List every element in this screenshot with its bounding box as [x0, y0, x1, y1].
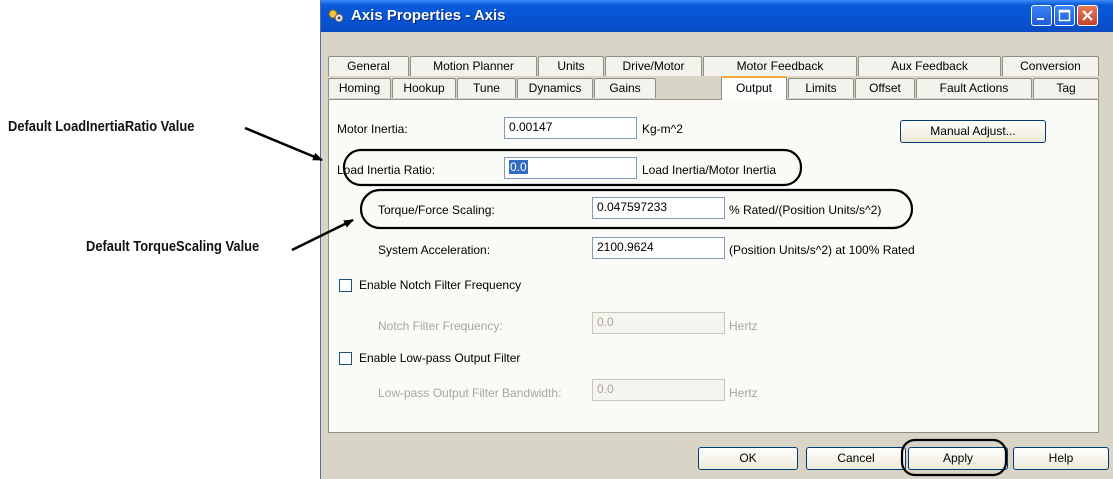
- arrow-load-inertia: [244, 126, 323, 162]
- arrow-torque-scaling: [291, 218, 354, 252]
- highlight-apply-button: [900, 438, 1008, 477]
- tab-output[interactable]: Output: [721, 76, 787, 100]
- highlight-torque-scaling: [359, 188, 914, 230]
- annotation-overlay: [244, 126, 1008, 477]
- highlight-load-inertia: [342, 148, 803, 187]
